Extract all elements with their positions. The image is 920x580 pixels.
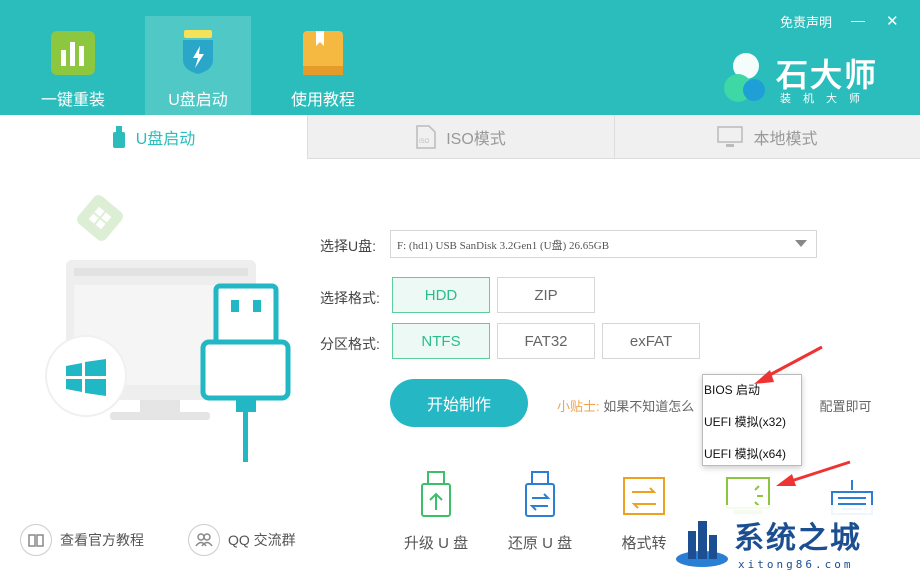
nav-label: 一键重装 [40, 92, 105, 109]
official-tutorial-link[interactable]: 查看官方教程 [20, 524, 144, 556]
nav-label: 使用教程 [290, 92, 355, 109]
disclaimer-link[interactable]: 免责声明 [780, 12, 832, 31]
book-icon [303, 31, 343, 75]
chart-icon [51, 31, 95, 75]
logo-icon [724, 53, 765, 102]
usb-drive-select[interactable]: F: (hd1) USB SanDisk 3.2Gen1 (U盘) 26.65G… [390, 230, 817, 258]
partition-label: 分区格式: [320, 336, 380, 352]
usb-drive-icon [112, 126, 125, 148]
book-icon [20, 524, 52, 556]
usb-shield-icon [183, 30, 213, 74]
nav-usb-boot[interactable]: U盘启动 [145, 16, 251, 115]
start-button[interactable]: 开始制作 [390, 379, 528, 427]
tool-label: 升级 U 盘 [403, 535, 469, 552]
upgrade-usb-tool[interactable]: 升级 U 盘 [396, 470, 476, 552]
format-label: 选择格式: [320, 290, 380, 306]
usb-illustration [45, 195, 291, 462]
users-icon [188, 524, 220, 556]
title-bar: 一键重装 U盘启动 使用教程 免责声明 — ✕ 石大师 装机大师 [0, 0, 920, 115]
tip-prefix: 小贴士: [557, 399, 600, 414]
watermark-title: 系统之城 [734, 522, 862, 555]
restore-usb-tool[interactable]: 还原 U 盘 [500, 470, 580, 552]
brand-subtitle: 装机大师 [780, 93, 872, 105]
partition-exfat-option[interactable]: exFAT [602, 323, 700, 359]
tab-label: U盘启动 [135, 131, 196, 148]
tab-label: ISO模式 [446, 130, 506, 148]
tab-iso-mode[interactable]: ISO ISO模式 [307, 115, 614, 159]
partition-fat32-option[interactable]: FAT32 [497, 323, 595, 359]
usb-upgrade-icon [421, 471, 451, 517]
dropdown-item-uefi-x32[interactable]: UEFI 模拟(x32) [704, 412, 786, 432]
site-watermark: 系统之城 xitong86.com [668, 505, 920, 580]
official-tutorial-label: 查看官方教程 [60, 532, 144, 548]
tab-label: 本地模式 [753, 130, 818, 148]
usb-select-label: 选择U盘: [320, 238, 376, 254]
format-convert-icon [623, 477, 665, 515]
dropdown-item-bios[interactable]: BIOS 启动 [704, 380, 760, 400]
monitor-icon [717, 125, 744, 147]
boot-mode-dropdown[interactable]: BIOS 启动 UEFI 模拟(x32) UEFI 模拟(x64) [702, 374, 802, 466]
tab-local-mode[interactable]: 本地模式 [614, 115, 920, 159]
usb-restore-icon [525, 471, 555, 517]
nav-label: U盘启动 [168, 92, 228, 109]
chevron-down-icon [795, 240, 807, 247]
city-logo-icon [676, 521, 728, 567]
tip-body-left: 如果不知道怎么 [603, 399, 695, 414]
nav-one-click-reinstall[interactable]: 一键重装 [20, 16, 126, 115]
tip-body-right: 配置即可 [819, 399, 872, 414]
usb-select-value: F: (hd1) USB SanDisk 3.2Gen1 (U盘) 26.65G… [397, 240, 610, 252]
tool-label: 还原 U 盘 [507, 535, 573, 552]
nav-tutorial[interactable]: 使用教程 [270, 16, 376, 115]
close-button[interactable]: ✕ [886, 12, 899, 30]
iso-file-icon: ISO [416, 124, 436, 149]
format-hdd-option[interactable]: HDD [392, 277, 490, 313]
mode-tabs: U盘启动 ISO ISO模式 本地模式 [0, 115, 920, 159]
watermark-url: xitong86.com [738, 558, 854, 571]
format-zip-option[interactable]: ZIP [497, 277, 595, 313]
qq-group-label: QQ 交流群 [228, 532, 296, 548]
tab-usb-boot[interactable]: U盘启动 [0, 115, 307, 159]
svg-text:ISO: ISO [419, 139, 430, 145]
brand-logo: 石大师 装机大师 [720, 48, 890, 108]
partition-ntfs-option[interactable]: NTFS [392, 323, 490, 359]
minimize-button[interactable]: — [851, 12, 865, 28]
dropdown-item-uefi-x64[interactable]: UEFI 模拟(x64) [704, 444, 786, 464]
qq-group-link[interactable]: QQ 交流群 [188, 524, 296, 556]
windows-tile-icon [77, 195, 123, 241]
